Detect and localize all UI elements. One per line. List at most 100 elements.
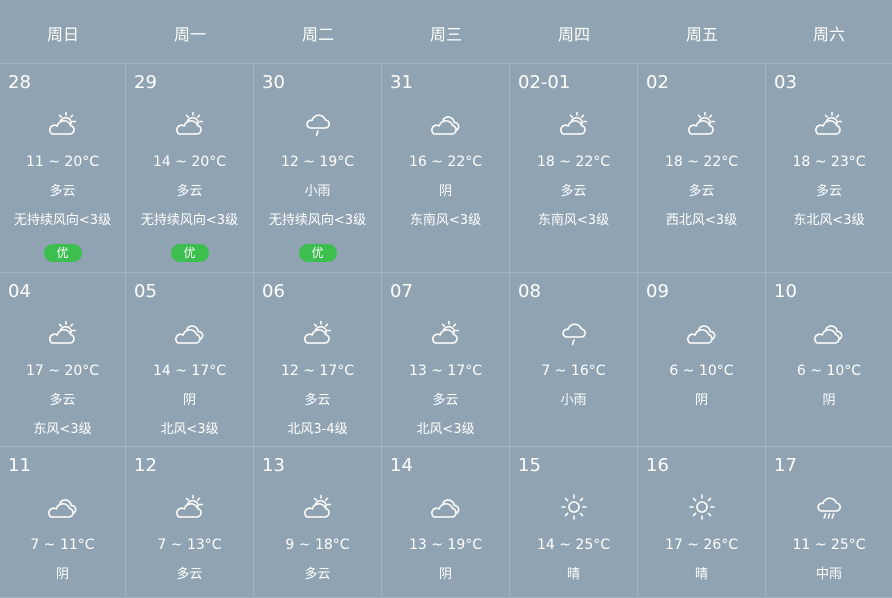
weekday-fri: 周五 [685, 24, 718, 44]
day-cell[interactable]: 05 14 ~ 17°C 阴北风<3级 [126, 273, 254, 447]
temperature-range: 16 ~ 22°C [408, 154, 483, 170]
partly-cloudy-icon [301, 493, 335, 521]
day-date: 31 [390, 72, 413, 93]
day-date: 02 [646, 72, 669, 93]
overcast-icon [429, 493, 463, 521]
temperature-range: 6 ~ 10°C [669, 363, 734, 379]
day-date: 09 [646, 281, 669, 302]
day-cell[interactable]: 14 13 ~ 19°C 阴 [382, 447, 510, 598]
weather-condition: 多云 [176, 184, 203, 199]
day-cell[interactable]: 17 11 ~ 25°C 中雨 [766, 447, 892, 598]
day-cell[interactable]: 16 17 ~ 26°C 晴 [638, 447, 766, 598]
weather-condition: 中雨 [815, 567, 842, 582]
day-cell[interactable]: 13 9 ~ 18°C 多云 [254, 447, 382, 598]
day-cell[interactable]: 04 17 ~ 20°C 多云 东风<3级 [0, 273, 126, 447]
weather-condition: 多云 [688, 184, 715, 199]
sunny-icon [685, 493, 719, 521]
day-cell[interactable]: 28 11 ~ 20°C 多云 无持续风向<3级优 [0, 64, 126, 273]
wind-info: 东风<3级 [33, 422, 92, 437]
wind-info: 无持续风向<3级 [13, 213, 112, 228]
day-cell[interactable]: 02-01 18 ~ 22°C 多云 东南风<3级 [510, 64, 638, 273]
weather-calendar: 周日 周一 周二 周三 周四 周五 周六 28 11 ~ 20°C 多云 无持续风向<… [0, 0, 892, 598]
partly-cloudy-icon [173, 493, 207, 521]
weekday-sat: 周六 [812, 24, 845, 44]
temperature-range: 14 ~ 17°C [152, 363, 227, 379]
weather-condition: 多云 [560, 184, 587, 199]
day-cell[interactable]: 30 12 ~ 19°C 小雨 无持续风向<3级优 [254, 64, 382, 273]
day-cell[interactable]: 15 14 ~ 25°C 晴 [510, 447, 638, 598]
day-date: 17 [774, 455, 797, 476]
day-date: 05 [134, 281, 157, 302]
partly-cloudy-icon [46, 319, 80, 347]
day-cell[interactable]: 31 16 ~ 22°C 阴东南风<3级 [382, 64, 510, 273]
weather-condition: 晴 [566, 567, 580, 582]
temperature-range: 7 ~ 11°C [30, 537, 95, 553]
day-cell[interactable]: 10 6 ~ 10°C 阴 [766, 273, 892, 447]
weather-condition: 阴 [438, 184, 452, 199]
sunny-icon [557, 493, 591, 521]
wind-info: 东南风<3级 [409, 213, 482, 228]
light-rain-icon [557, 319, 591, 347]
overcast-icon [685, 319, 719, 347]
partly-cloudy-icon [46, 110, 80, 138]
day-cell[interactable]: 11 7 ~ 11°C 阴 [0, 447, 126, 598]
weekday-thu: 周四 [557, 24, 590, 44]
temperature-range: 12 ~ 17°C [280, 363, 355, 379]
day-date: 15 [518, 455, 541, 476]
temperature-range: 6 ~ 10°C [796, 363, 862, 379]
wind-info: 无持续风向<3级 [268, 213, 367, 228]
weekday-sun: 周日 [46, 24, 79, 44]
moderate-rain-icon [812, 493, 846, 521]
overcast-icon [429, 110, 463, 138]
temperature-range: 9 ~ 18°C [285, 537, 350, 553]
day-cell[interactable]: 03 18 ~ 23°C 多云 东北风<3级 [766, 64, 892, 273]
wind-info: 北风3-4级 [287, 422, 348, 437]
day-date: 13 [262, 455, 285, 476]
temperature-range: 17 ~ 20°C [25, 363, 100, 379]
weekday-wed: 周三 [429, 24, 462, 44]
temperature-range: 13 ~ 19°C [408, 537, 483, 553]
partly-cloudy-icon [301, 319, 335, 347]
day-date: 30 [262, 72, 285, 93]
day-cell[interactable]: 29 14 ~ 20°C 多云 无持续风向<3级优 [126, 64, 254, 273]
wind-info: 北风<3级 [416, 422, 475, 437]
light-rain-icon [301, 110, 335, 138]
aqi-badge: 优 [170, 244, 209, 262]
weather-condition: 多云 [176, 567, 203, 582]
weather-condition: 小雨 [304, 184, 331, 199]
day-cell[interactable]: 07 13 ~ 17°C 多云 北风<3级 [382, 273, 510, 447]
weather-condition: 多云 [815, 184, 842, 199]
day-date: 12 [134, 455, 157, 476]
weather-condition: 晴 [694, 567, 708, 582]
day-grid: 28 11 ~ 20°C 多云 无持续风向<3级优 29 14 ~ 20°C 多云 无持续风向… [0, 64, 892, 598]
day-date: 28 [8, 72, 31, 93]
day-cell[interactable]: 09 6 ~ 10°C 阴 [638, 273, 766, 447]
temperature-range: 18 ~ 23°C [792, 154, 866, 170]
day-cell[interactable]: 06 12 ~ 17°C 多云 北风3-4级 [254, 273, 382, 447]
weather-condition: 小雨 [560, 393, 587, 408]
day-date: 29 [134, 72, 157, 93]
aqi-badge: 优 [298, 244, 337, 262]
weather-condition: 多云 [49, 393, 76, 408]
weather-condition: 多云 [304, 567, 331, 582]
weekday-mon: 周一 [173, 24, 206, 44]
wind-info: 西北风<3级 [665, 213, 738, 228]
day-cell[interactable]: 02 18 ~ 22°C 多云 西北风<3级 [638, 64, 766, 273]
wind-info: 东南风<3级 [537, 213, 610, 228]
day-date: 11 [8, 455, 31, 476]
day-cell[interactable]: 08 7 ~ 16°C 小雨 [510, 273, 638, 447]
day-date: 10 [774, 281, 797, 302]
day-date: 08 [518, 281, 541, 302]
day-date: 02-01 [518, 72, 571, 93]
partly-cloudy-icon [812, 110, 846, 138]
temperature-range: 7 ~ 13°C [157, 537, 222, 553]
partly-cloudy-icon [429, 319, 463, 347]
aqi-badge: 优 [43, 244, 82, 262]
partly-cloudy-icon [685, 110, 719, 138]
overcast-icon [173, 319, 207, 347]
weather-condition: 阴 [55, 567, 69, 582]
weather-condition: 阴 [438, 567, 452, 582]
wind-info: 无持续风向<3级 [140, 213, 239, 228]
partly-cloudy-icon [557, 110, 591, 138]
day-cell[interactable]: 12 7 ~ 13°C 多云 [126, 447, 254, 598]
